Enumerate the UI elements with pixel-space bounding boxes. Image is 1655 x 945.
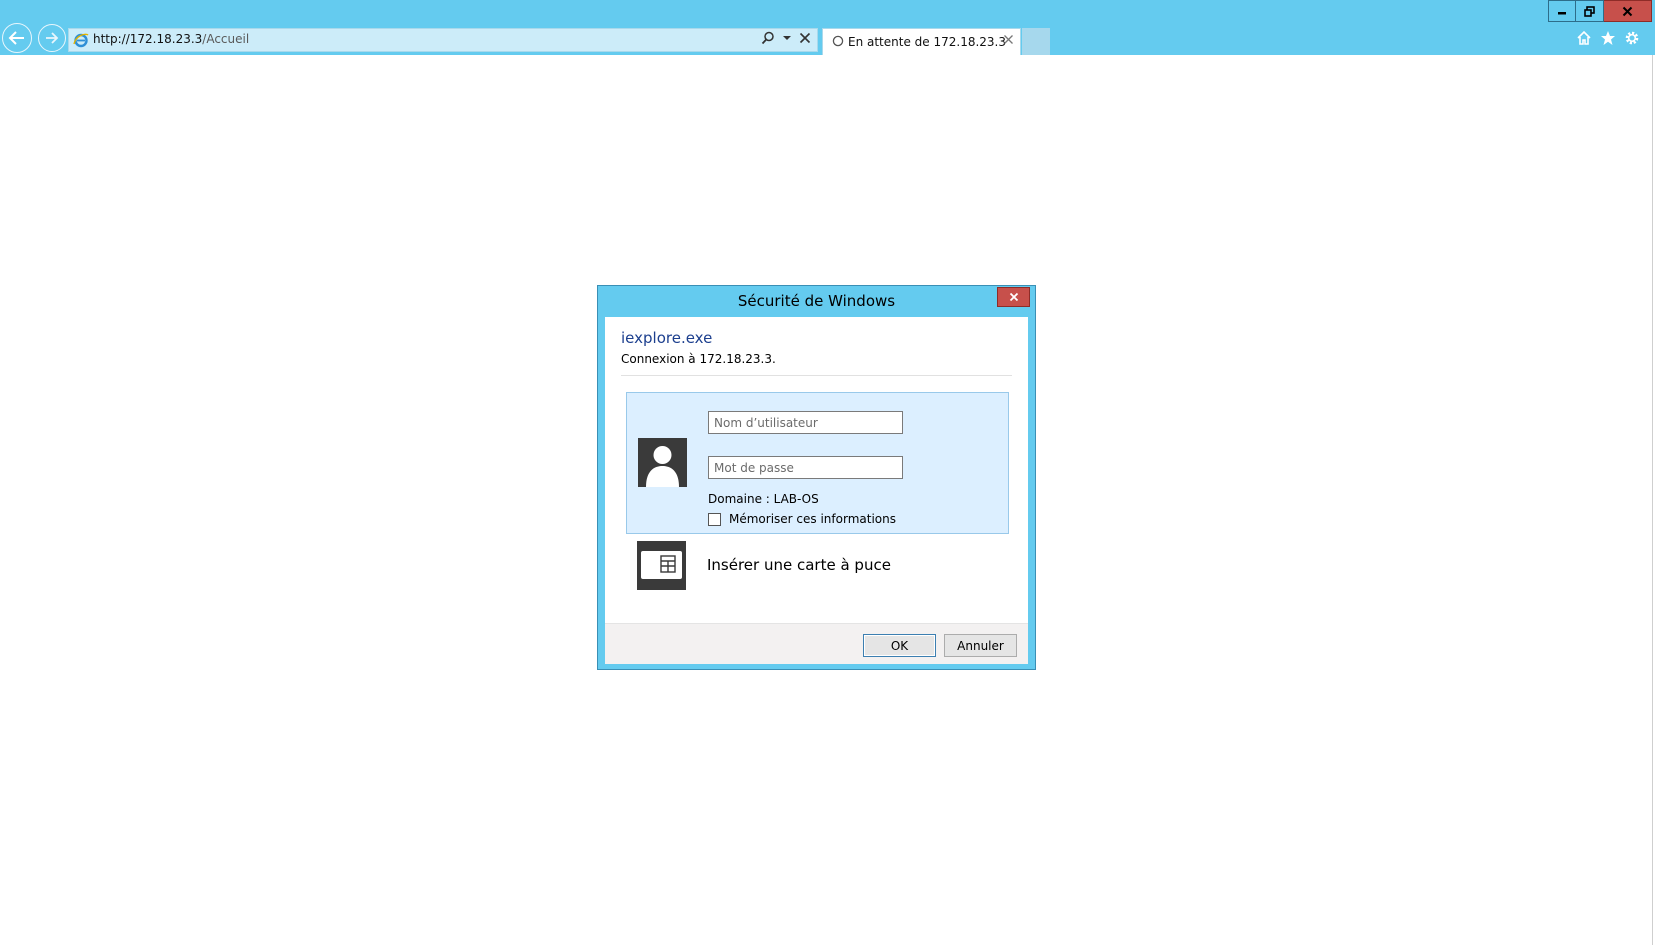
- forward-arrow-icon: [46, 32, 59, 44]
- tab-close-icon[interactable]: [1003, 34, 1014, 45]
- search-icon[interactable]: [761, 31, 775, 45]
- connection-text: Connexion à 172.18.23.3.: [621, 352, 776, 366]
- page-edge: [1652, 55, 1653, 945]
- new-tab-button[interactable]: [1022, 28, 1050, 55]
- browser-toolbar: http://172.18.23.3/Accueil En attente de…: [0, 0, 1655, 55]
- close-icon[interactable]: [799, 32, 811, 44]
- window-close-button[interactable]: [1604, 0, 1652, 22]
- cancel-button[interactable]: Annuler: [944, 634, 1017, 657]
- tab-title: En attente de 172.18.23.3: [848, 35, 1006, 49]
- ie-logo-icon: [73, 33, 89, 48]
- back-button[interactable]: [2, 23, 32, 53]
- dialog-body: iexplore.exe Connexion à 172.18.23.3. Do…: [605, 317, 1028, 664]
- star-icon[interactable]: [1600, 30, 1616, 46]
- smartcard-icon: [637, 541, 686, 590]
- user-avatar-icon: [638, 438, 687, 487]
- username-field[interactable]: [708, 411, 903, 434]
- dialog-close-button[interactable]: [997, 287, 1030, 307]
- restore-button[interactable]: [1576, 0, 1604, 22]
- home-icon[interactable]: [1576, 30, 1592, 46]
- remember-label: Mémoriser ces informations: [729, 512, 896, 526]
- address-url-host: http://172.18.23.3: [93, 32, 203, 46]
- minimize-icon: [1558, 12, 1566, 15]
- dropdown-arrow-icon[interactable]: [783, 35, 791, 41]
- smartcard-tile[interactable]: Insérer une carte à puce: [626, 541, 1009, 595]
- address-tools: [761, 31, 811, 45]
- divider: [621, 375, 1012, 376]
- password-field[interactable]: [708, 456, 903, 479]
- address-bar[interactable]: http://172.18.23.3/Accueil: [68, 28, 818, 52]
- close-icon: [1622, 6, 1633, 16]
- ok-button[interactable]: OK: [863, 634, 936, 657]
- close-icon: [1009, 292, 1018, 302]
- loading-spinner-icon: [832, 35, 844, 47]
- credential-tile[interactable]: Domaine : LAB-OS Mémoriser ces informati…: [626, 392, 1009, 534]
- forward-button[interactable]: [38, 24, 66, 52]
- restore-icon: [1584, 5, 1595, 17]
- back-arrow-icon: [8, 31, 24, 45]
- address-url[interactable]: http://172.18.23.3/Accueil: [93, 32, 249, 46]
- domain-label: Domaine : LAB-OS: [708, 492, 819, 506]
- dialog-footer: OK Annuler: [605, 623, 1028, 664]
- dialog-title: Sécurité de Windows: [737, 292, 896, 310]
- app-name: iexplore.exe: [621, 329, 713, 347]
- minimize-button[interactable]: [1548, 0, 1576, 22]
- remember-checkbox[interactable]: [708, 512, 721, 526]
- tab-active[interactable]: En attente de 172.18.23.3: [822, 28, 1021, 55]
- windows-security-dialog: Sécurité de Windows iexplore.exe Connexi…: [597, 285, 1036, 670]
- smartcard-label: Insérer une carte à puce: [707, 556, 891, 574]
- gear-icon[interactable]: [1624, 30, 1640, 46]
- remember-option[interactable]: Mémoriser ces informations: [708, 512, 896, 526]
- address-url-path: /Accueil: [202, 32, 250, 46]
